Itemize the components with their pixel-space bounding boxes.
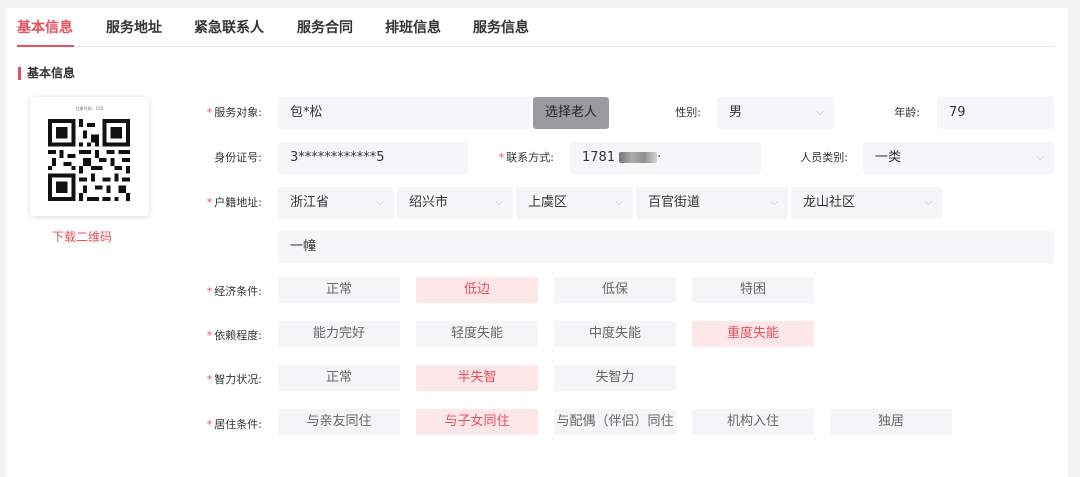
age-label: 年龄: (894, 106, 920, 119)
chevron-down-icon: ⌵ (376, 197, 384, 208)
chevron-down-icon: ⌵ (924, 197, 932, 208)
intellect-label: * 智力状况: (206, 373, 262, 386)
active-tab-indicator (17, 45, 74, 47)
person-type-select[interactable]: 一类 ⌵ (863, 142, 1054, 174)
household-label: * 户籍地址: (206, 196, 262, 209)
tab-divider (17, 46, 1054, 47)
tab-schedule-info[interactable]: 排班信息 (385, 19, 441, 37)
download-qr-link[interactable]: 下载二维码 (52, 230, 112, 245)
qr-card: 注册号码：155 (30, 97, 149, 216)
intellect-option-normal[interactable]: 正常 (278, 365, 400, 391)
dependency-option-moderate[interactable]: 中度失能 (554, 321, 676, 347)
chevron-down-icon: ⌵ (816, 107, 824, 118)
redacted-mask (619, 152, 658, 163)
district-select[interactable]: 上虞区 ⌵ (516, 187, 633, 219)
chevron-down-icon: ⌵ (1036, 152, 1044, 163)
service-target-label: * 服务对象: (206, 106, 262, 119)
dependency-option-intact[interactable]: 能力完好 (278, 321, 400, 347)
tab-service-address[interactable]: 服务地址 (106, 19, 162, 37)
intellect-option-semi-dementia[interactable]: 半失智 (416, 365, 538, 391)
economy-option-extreme-poverty[interactable]: 特困 (692, 277, 814, 303)
qr-caption: 注册号码：155 (75, 106, 104, 111)
section-marker (18, 67, 21, 80)
community-select[interactable]: 龙山社区 ⌵ (791, 187, 942, 219)
economy-option-low-edge[interactable]: 低边 (416, 277, 538, 303)
select-elder-button[interactable]: 选择老人 (533, 97, 609, 129)
id-number-label: 身份证号: (214, 151, 262, 164)
living-option-spouse[interactable]: 与配偶（伴侣）同住 (554, 409, 676, 435)
living-option-relatives[interactable]: 与亲友同住 (278, 409, 400, 435)
chevron-down-icon: ⌵ (615, 197, 623, 208)
service-target-field[interactable]: 包*松 (278, 97, 530, 129)
contact-field[interactable]: 1781 · (570, 142, 761, 174)
street-select[interactable]: 百官街道 ⌵ (636, 187, 788, 219)
province-select[interactable]: 浙江省 ⌵ (278, 187, 394, 219)
qr-code-icon (48, 119, 130, 201)
section-title: 基本信息 (27, 66, 76, 80)
economy-option-normal[interactable]: 正常 (278, 277, 400, 303)
gender-select[interactable]: 男 ⌵ (717, 97, 834, 129)
dependency-option-severe[interactable]: 重度失能 (692, 321, 814, 347)
id-number-field[interactable]: 3************5 (278, 142, 468, 174)
dependency-option-mild[interactable]: 轻度失能 (416, 321, 538, 347)
living-option-institution[interactable]: 机构入住 (692, 409, 814, 435)
chevron-down-icon: ⌵ (495, 197, 503, 208)
economy-label: * 经济条件: (206, 285, 262, 298)
dependency-label: * 依赖程度: (206, 329, 262, 342)
chevron-down-icon: ⌵ (770, 197, 778, 208)
address-detail-field[interactable]: 一幢 (278, 231, 1054, 263)
living-option-alone[interactable]: 独居 (830, 409, 952, 435)
contact-label: * 联系方式: (498, 151, 554, 164)
city-select[interactable]: 绍兴市 ⌵ (397, 187, 513, 219)
living-option-children[interactable]: 与子女同住 (416, 409, 538, 435)
tab-service-contract[interactable]: 服务合同 (297, 19, 353, 37)
living-label: * 居住条件: (206, 418, 262, 431)
gender-label: 性别: (675, 106, 701, 119)
tab-service-info[interactable]: 服务信息 (473, 19, 529, 37)
tab-emergency-contact[interactable]: 紧急联系人 (194, 19, 264, 37)
age-field[interactable]: 79 (937, 97, 1054, 129)
economy-option-low-income[interactable]: 低保 (554, 277, 676, 303)
tab-basic-info[interactable]: 基本信息 (17, 19, 73, 37)
intellect-option-dementia[interactable]: 失智力 (554, 365, 676, 391)
person-type-label: 人员类别: (800, 151, 848, 164)
